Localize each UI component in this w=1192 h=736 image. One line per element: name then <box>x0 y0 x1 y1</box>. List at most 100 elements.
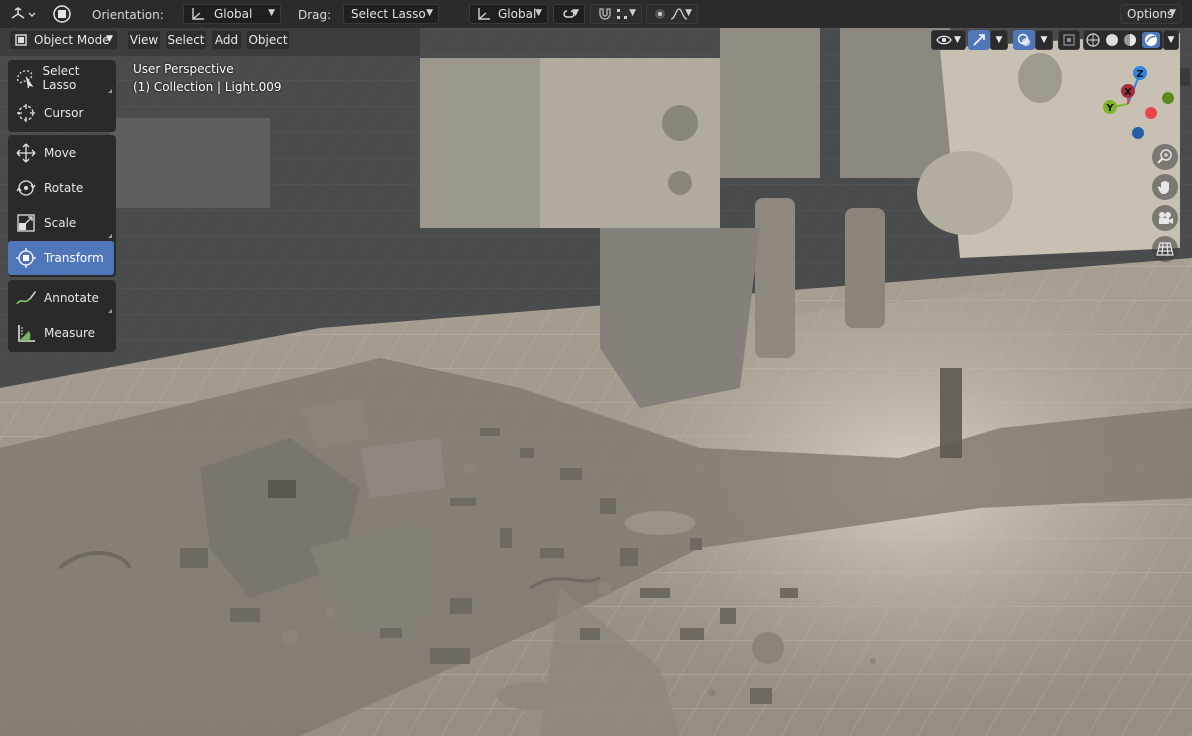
pivot-point-dropdown[interactable]: ▼ <box>553 4 585 24</box>
rotate-icon <box>8 171 44 205</box>
menu-select-label: Select <box>167 33 205 47</box>
axis-z-negative[interactable] <box>1132 127 1144 139</box>
solid-icon[interactable] <box>1105 33 1119 47</box>
ortho-toggle-button[interactable] <box>1152 236 1178 262</box>
shading-dropdown[interactable]: ▼ <box>1163 30 1179 50</box>
tool-transform[interactable]: Transform <box>8 241 114 275</box>
shading-group <box>1083 30 1163 50</box>
tool-rotate-label: Rotate <box>44 181 84 195</box>
axes-icon <box>192 8 204 20</box>
snap-dropdown[interactable]: ▼ <box>590 4 642 24</box>
toolbar-group-transform: Move Rotate Scale Transform <box>8 135 116 277</box>
wireframe-icon[interactable] <box>1086 33 1100 47</box>
options-label: Options <box>1127 7 1174 21</box>
submenu-corner-icon <box>108 89 112 93</box>
orientation-label: Orientation: <box>92 8 164 22</box>
material-preview-icon[interactable] <box>1123 33 1137 47</box>
axis-x-label: X <box>1124 87 1132 98</box>
menu-view-label: View <box>129 33 159 47</box>
3d-viewport-icon <box>11 7 36 19</box>
chevron-down-icon: ▼ <box>1167 35 1175 45</box>
tool-transform-label: Transform <box>44 251 104 265</box>
visibility-dropdown[interactable]: ▼ <box>931 30 966 50</box>
submenu-corner-icon <box>108 234 112 238</box>
grid-ortho-icon <box>1156 242 1174 256</box>
pivot-icon <box>53 5 71 23</box>
menu-object[interactable]: Object <box>246 30 290 50</box>
zoom-icon <box>1157 149 1172 164</box>
tool-annotate[interactable]: Annotate <box>8 281 114 315</box>
tool-measure-label: Measure <box>44 326 95 340</box>
axis-x-positive[interactable] <box>1145 107 1157 119</box>
mode-value: Object Mode <box>34 33 110 47</box>
scale-icon <box>8 206 44 240</box>
options-dropdown[interactable]: Options ▼ <box>1120 4 1182 24</box>
axis-y-label: Y <box>1105 103 1114 114</box>
menu-select[interactable]: Select <box>165 30 207 50</box>
xray-icon <box>1063 34 1075 46</box>
mode-dropdown[interactable]: Object Mode ▼ <box>9 30 118 50</box>
measure-icon <box>8 316 44 350</box>
chevron-down-icon: ▼ <box>106 34 113 44</box>
rendered-icon <box>1144 34 1157 46</box>
scene-render <box>0 28 1192 736</box>
tool-measure[interactable]: Measure <box>8 316 114 350</box>
tool-scale[interactable]: Scale <box>8 206 114 240</box>
chevron-down-icon: ▼ <box>995 35 1003 45</box>
tool-rotate[interactable]: Rotate <box>8 171 114 205</box>
pan-button[interactable] <box>1152 174 1178 200</box>
3d-viewport[interactable]: Object Mode ▼ View Select Add Object ▼ ▼… <box>0 28 1192 736</box>
viewport-perspective-text: User Perspective <box>133 62 234 76</box>
gizmo-toggle[interactable] <box>968 30 990 50</box>
chevron-down-icon: ▼ <box>268 8 275 18</box>
magnet-icon <box>599 8 611 20</box>
tool-scale-label: Scale <box>44 216 77 230</box>
navigation-gizmo[interactable]: Z X Y <box>1098 64 1178 144</box>
region-toggle-handle[interactable] <box>1180 68 1190 86</box>
tool-cursor[interactable]: Cursor <box>8 96 114 130</box>
chevron-down-icon: ▼ <box>685 8 692 18</box>
hand-pan-icon <box>1157 181 1169 194</box>
editor-type-button[interactable] <box>6 4 40 24</box>
toolbar-group-annotate: Annotate Measure <box>8 280 116 352</box>
orientation-dropdown[interactable]: Global ▼ <box>183 4 281 24</box>
proportional-icon <box>655 9 665 19</box>
tool-select-lasso[interactable]: Select Lasso <box>8 61 114 95</box>
viewport-collection-text: (1) Collection | Light.009 <box>133 80 282 94</box>
xray-toggle[interactable] <box>1058 30 1080 50</box>
tool-move[interactable]: Move <box>8 136 114 170</box>
overlay-toggle[interactable] <box>1013 30 1035 50</box>
proportional-edit-dropdown[interactable]: ▼ <box>646 4 698 24</box>
rendered-shading-active[interactable] <box>1141 32 1160 48</box>
tool-select-lasso-label: Select Lasso <box>42 64 80 92</box>
cursor-icon <box>8 96 44 130</box>
gizmo-icon <box>973 34 985 46</box>
drag-dropdown[interactable]: Select Lasso ▼ <box>343 4 439 24</box>
transform-orientation-value: Global <box>498 7 537 21</box>
orientation-value: Global <box>214 7 253 21</box>
drag-label: Drag: <box>298 8 332 22</box>
chevron-down-icon: ▼ <box>572 8 579 18</box>
lasso-icon <box>8 61 42 95</box>
axis-y-negative[interactable] <box>1162 92 1174 104</box>
chevron-down-icon: ▼ <box>1169 8 1176 18</box>
annotate-icon <box>8 281 44 315</box>
camera-view-button[interactable] <box>1152 205 1178 231</box>
tool-move-label: Move <box>44 146 77 160</box>
gizmo-dropdown[interactable]: ▼ <box>990 30 1008 50</box>
object-mode-icon <box>15 34 27 46</box>
menu-add[interactable]: Add <box>211 30 242 50</box>
menu-view[interactable]: View <box>127 30 161 50</box>
toolbar-group-select: Select Lasso Cursor <box>8 60 116 132</box>
transform-pivot-button[interactable] <box>49 2 75 26</box>
tool-settings-bar: Orientation: Global ▼ Drag: Select Lasso… <box>0 0 1192 29</box>
zoom-button[interactable] <box>1152 144 1178 170</box>
overlay-dropdown[interactable]: ▼ <box>1035 30 1053 50</box>
eye-icon <box>936 35 952 45</box>
tool-cursor-label: Cursor <box>44 106 84 120</box>
chevron-down-icon: ▼ <box>954 35 961 45</box>
drag-value: Select Lasso <box>351 7 426 21</box>
camera-icon <box>1159 212 1173 224</box>
chevron-down-icon: ▼ <box>1040 35 1048 45</box>
transform-orientation-dropdown[interactable]: Global ▼ <box>469 4 548 24</box>
